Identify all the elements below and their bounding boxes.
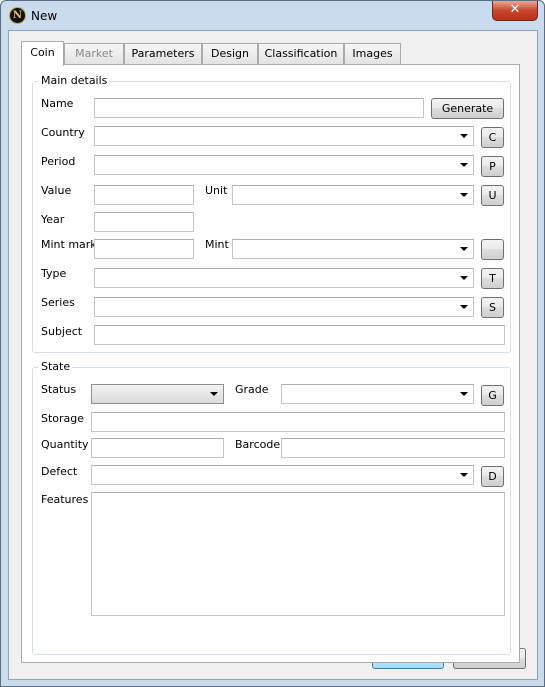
tab-parameters[interactable]: Parameters	[124, 43, 202, 64]
coin-tab-page: Main details Name Generate Country C Per…	[21, 64, 520, 663]
period-label: Period	[41, 155, 76, 168]
year-field[interactable]	[94, 212, 194, 232]
series-label: Series	[41, 296, 75, 309]
quantity-field[interactable]	[91, 438, 224, 458]
defect-button[interactable]: D	[481, 466, 504, 487]
type-combo[interactable]	[94, 268, 474, 288]
name-field[interactable]	[94, 98, 424, 118]
dialog-window: N New ✕ Coin Market Parameters Design Cl…	[0, 0, 545, 687]
state-group: State Status Grade G Storage Quantity Ba…	[32, 360, 511, 655]
chevron-down-icon	[460, 473, 468, 477]
mint-mark-label: Mint mark	[41, 238, 97, 251]
grade-label: Grade	[235, 383, 269, 396]
features-textarea[interactable]	[91, 492, 505, 616]
status-label: Status	[41, 383, 77, 396]
name-label: Name	[41, 97, 74, 110]
country-button[interactable]: C	[481, 127, 504, 148]
defect-combo[interactable]	[91, 465, 474, 485]
main-details-group: Main details Name Generate Country C Per…	[32, 74, 511, 353]
chevron-down-icon	[460, 193, 468, 197]
chevron-down-icon	[460, 134, 468, 138]
generate-button[interactable]: Generate	[431, 98, 504, 119]
tab-market: Market	[64, 43, 124, 64]
mint-button[interactable]	[481, 239, 504, 260]
title-bar[interactable]: N New ✕	[1, 1, 544, 31]
storage-field[interactable]	[91, 412, 505, 432]
features-label: Features	[41, 493, 89, 506]
close-icon: ✕	[509, 2, 521, 17]
chevron-down-icon	[460, 163, 468, 167]
quantity-label: Quantity	[41, 438, 89, 451]
tab-design[interactable]: Design	[202, 43, 258, 64]
type-label: Type	[41, 267, 67, 280]
dialog-client-area: Coin Market Parameters Design Classifica…	[8, 30, 538, 680]
tab-images[interactable]: Images	[344, 43, 401, 64]
period-combo[interactable]	[94, 155, 474, 175]
tab-coin[interactable]: Coin	[21, 41, 64, 66]
mint-label: Mint	[205, 238, 229, 251]
barcode-label: Barcode	[235, 438, 281, 451]
subject-label: Subject	[41, 325, 83, 338]
status-combo[interactable]	[91, 384, 224, 404]
chevron-down-icon	[460, 392, 468, 396]
mint-mark-field[interactable]	[94, 239, 194, 259]
type-button[interactable]: T	[481, 268, 504, 289]
country-combo[interactable]	[94, 126, 474, 146]
state-title: State	[39, 360, 73, 373]
mint-combo[interactable]	[232, 239, 474, 259]
chevron-down-icon	[460, 276, 468, 280]
country-label: Country	[41, 126, 85, 139]
period-button[interactable]: P	[481, 156, 504, 177]
barcode-field[interactable]	[281, 438, 505, 458]
chevron-down-icon	[460, 305, 468, 309]
value-label: Value	[41, 184, 72, 197]
series-combo[interactable]	[94, 297, 474, 317]
grade-combo[interactable]	[281, 384, 474, 404]
tab-classification[interactable]: Classification	[258, 43, 344, 64]
grade-button[interactable]: G	[481, 385, 504, 406]
series-button[interactable]: S	[481, 297, 504, 318]
subject-field[interactable]	[94, 325, 505, 345]
close-button[interactable]: ✕	[492, 1, 538, 21]
unit-button[interactable]: U	[481, 185, 504, 206]
unit-combo[interactable]	[232, 185, 474, 205]
app-icon: N	[9, 7, 26, 24]
chevron-down-icon	[460, 247, 468, 251]
defect-label: Defect	[41, 465, 78, 478]
chevron-down-icon	[210, 392, 218, 396]
storage-label: Storage	[41, 412, 85, 425]
value-field[interactable]	[94, 185, 194, 205]
main-details-title: Main details	[39, 74, 110, 87]
year-label: Year	[41, 213, 65, 226]
window-title: New	[31, 9, 58, 23]
unit-label: Unit	[205, 184, 228, 197]
